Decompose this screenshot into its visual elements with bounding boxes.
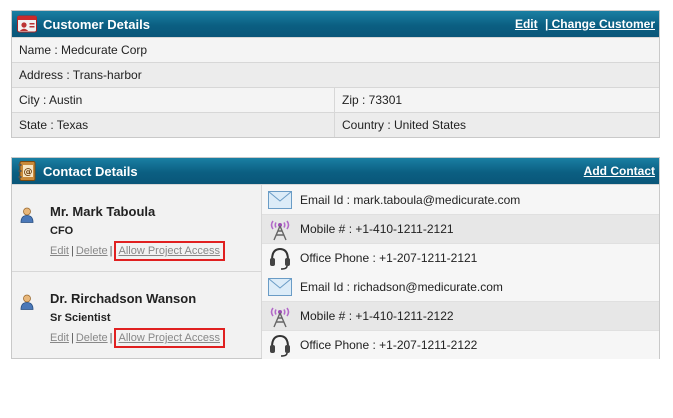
customer-details-panel: Customer Details Edit | Change Customer …: [11, 10, 660, 138]
contact-mobile: Mobile # : +1-410-1211-2122: [300, 309, 454, 323]
contact-card: Dr. Rirchadson Wanson Sr Scientist Edit |…: [12, 271, 659, 359]
delete-contact-link[interactable]: Delete: [76, 332, 108, 344]
contact-mobile: Mobile # : +1-410-1211-2121: [300, 222, 454, 236]
separator: |: [109, 245, 113, 257]
email-row: Email Id : mark.taboula@medicurate.com: [262, 185, 659, 214]
change-customer-link[interactable]: | Change Customer: [545, 17, 655, 31]
customer-zip: Zip : 73301: [342, 93, 403, 107]
envelope-icon: [267, 188, 293, 212]
contact-header-links: Add Contact: [584, 164, 655, 178]
highlight-box: Allow Project Access: [114, 328, 225, 348]
contact-card: Mr. Mark Taboula CFO Edit | Delete | Allow P…: [12, 184, 659, 272]
separator: |: [70, 245, 74, 257]
contact-name: Mr. Mark Taboula: [50, 204, 156, 219]
contact-role: CFO: [50, 225, 74, 237]
customer-address: Address : Trans-harbor: [19, 68, 142, 82]
contact-role: Sr Scientist: [50, 312, 111, 324]
customer-address-row: Address : Trans-harbor: [12, 62, 659, 87]
contact-details-panel: @ Contact Details Add Contact Mr. Mark T…: [11, 157, 660, 359]
mobile-row: Mobile # : +1-410-1211-2121: [262, 214, 659, 243]
customer-state: State : Texas: [12, 113, 335, 137]
mobile-row: Mobile # : +1-410-1211-2122: [262, 301, 659, 330]
customer-name-row: Name : Medcurate Corp: [12, 37, 659, 62]
contact-summary: Dr. Rirchadson Wanson Sr Scientist Edit |…: [12, 272, 262, 358]
office-phone-row: Office Phone : +1-207-1211-2122: [262, 330, 659, 359]
allow-project-access-link[interactable]: Allow Project Access: [118, 332, 219, 344]
separator: |: [70, 332, 74, 344]
allow-project-access-link[interactable]: Allow Project Access: [118, 245, 219, 257]
customer-city-zip-row: City : Austin Zip : 73301: [12, 87, 659, 112]
customer-country: Country : United States: [342, 118, 467, 132]
customer-card-icon: [17, 14, 37, 34]
add-contact-link[interactable]: Add Contact: [584, 164, 655, 178]
separator: |: [109, 332, 113, 344]
edit-contact-link[interactable]: Edit: [50, 245, 69, 257]
address-book-icon: @: [17, 161, 37, 181]
contact-actions: Edit | Delete | Allow Project Access: [50, 241, 225, 261]
contact-actions: Edit | Delete | Allow Project Access: [50, 328, 225, 348]
edit-contact-link[interactable]: Edit: [50, 332, 69, 344]
contact-email: Email Id : richadson@medicurate.com: [300, 279, 503, 294]
headset-icon: [267, 246, 293, 270]
contact-info: Email Id : mark.taboula@medicurate.com M…: [262, 185, 659, 272]
customer-state-country-row: State : Texas Country : United States: [12, 112, 659, 137]
contact-name: Dr. Rirchadson Wanson: [50, 291, 197, 306]
headset-icon: [267, 333, 293, 357]
customer-name: Name : Medcurate Corp: [19, 43, 148, 57]
envelope-icon: [267, 275, 293, 299]
delete-contact-link[interactable]: Delete: [76, 245, 108, 257]
mobile-tower-icon: [267, 304, 293, 328]
contact-email: Email Id : mark.taboula@medicurate.com: [300, 192, 521, 207]
contact-info: Email Id : richadson@medicurate.com Mobi…: [262, 272, 659, 359]
customer-details-title: Customer Details: [43, 16, 150, 32]
contact-office-phone: Office Phone : +1-207-1211-2122: [300, 338, 478, 352]
mobile-tower-icon: [267, 217, 293, 241]
customer-details-header: Customer Details Edit | Change Customer: [12, 11, 659, 37]
svg-text:@: @: [24, 168, 33, 178]
person-icon: [20, 207, 34, 223]
email-row: Email Id : richadson@medicurate.com: [262, 272, 659, 301]
customer-city: City : Austin: [12, 88, 335, 112]
contact-details-header: @ Contact Details Add Contact: [12, 158, 659, 184]
office-phone-row: Office Phone : +1-207-1211-2121: [262, 243, 659, 272]
contact-details-title: Contact Details: [43, 163, 138, 179]
highlight-box: Allow Project Access: [114, 241, 225, 261]
contact-summary: Mr. Mark Taboula CFO Edit | Delete | Allow P…: [12, 185, 262, 271]
edit-customer-link[interactable]: Edit: [515, 17, 538, 31]
person-icon: [20, 294, 34, 310]
customer-header-links: Edit | Change Customer: [515, 17, 655, 31]
contact-office-phone: Office Phone : +1-207-1211-2121: [300, 251, 478, 265]
